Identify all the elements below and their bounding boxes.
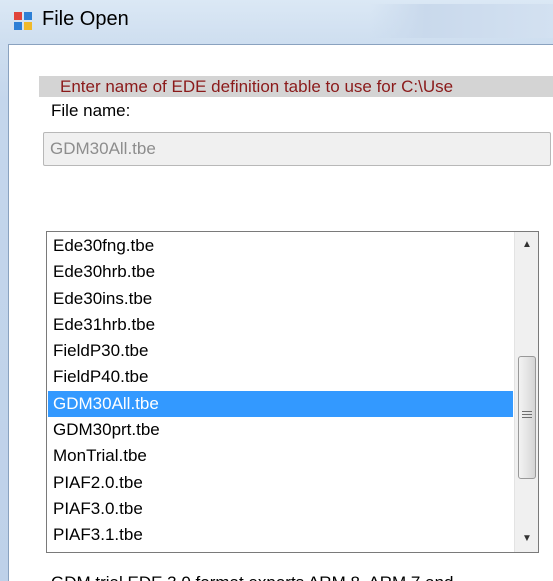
list-item-selected[interactable]: GDM30All.tbe [48, 390, 513, 418]
list-item[interactable]: PIAF2.0.tbe [48, 470, 513, 496]
file-list-box[interactable]: Ede30fng.tbe Ede30hrb.tbe Ede30ins.tbe E… [46, 231, 539, 553]
list-item[interactable]: FieldP40.tbe [48, 364, 513, 390]
window-title: File Open [42, 8, 129, 30]
list-item[interactable]: FieldP30.tbe [48, 338, 513, 364]
list-item[interactable]: Ede30hrb.tbe [48, 259, 513, 285]
file-list-items: Ede30fng.tbe Ede30hrb.tbe Ede30ins.tbe E… [48, 233, 513, 551]
list-item[interactable]: GDM30prt.tbe [48, 417, 513, 443]
instruction-banner: Enter name of EDE definition table to us… [39, 76, 553, 97]
vertical-scrollbar[interactable]: ▲ ▼ [514, 232, 538, 552]
scroll-down-arrow-icon[interactable]: ▼ [515, 528, 539, 550]
file-open-window: File Open Enter name of EDE definition t… [0, 0, 553, 581]
list-item[interactable]: Ede30fng.tbe [48, 233, 513, 259]
list-item[interactable]: Ede30ins.tbe [48, 286, 513, 312]
list-item[interactable]: PIAF3.0.tbe [48, 496, 513, 522]
format-description: GDM trial EDE 3.0 format exports ARM 8, … [51, 573, 463, 581]
grip-icon [522, 411, 532, 420]
title-bar[interactable]: File Open [0, 0, 553, 44]
list-item[interactable]: Ede31hrb.tbe [48, 312, 513, 338]
app-window-icon [14, 12, 32, 30]
scroll-up-arrow-icon[interactable]: ▲ [515, 234, 539, 256]
title-bar-background [370, 4, 553, 38]
list-item[interactable]: MonTrial.tbe [48, 443, 513, 469]
list-item[interactable]: PIAF3.1.tbe [48, 522, 513, 548]
scrollbar-thumb[interactable] [518, 356, 536, 479]
file-name-input[interactable]: GDM30All.tbe [43, 132, 551, 166]
file-name-label: File name: [51, 101, 131, 120]
dialog-client-area: Enter name of EDE definition table to us… [8, 44, 553, 581]
